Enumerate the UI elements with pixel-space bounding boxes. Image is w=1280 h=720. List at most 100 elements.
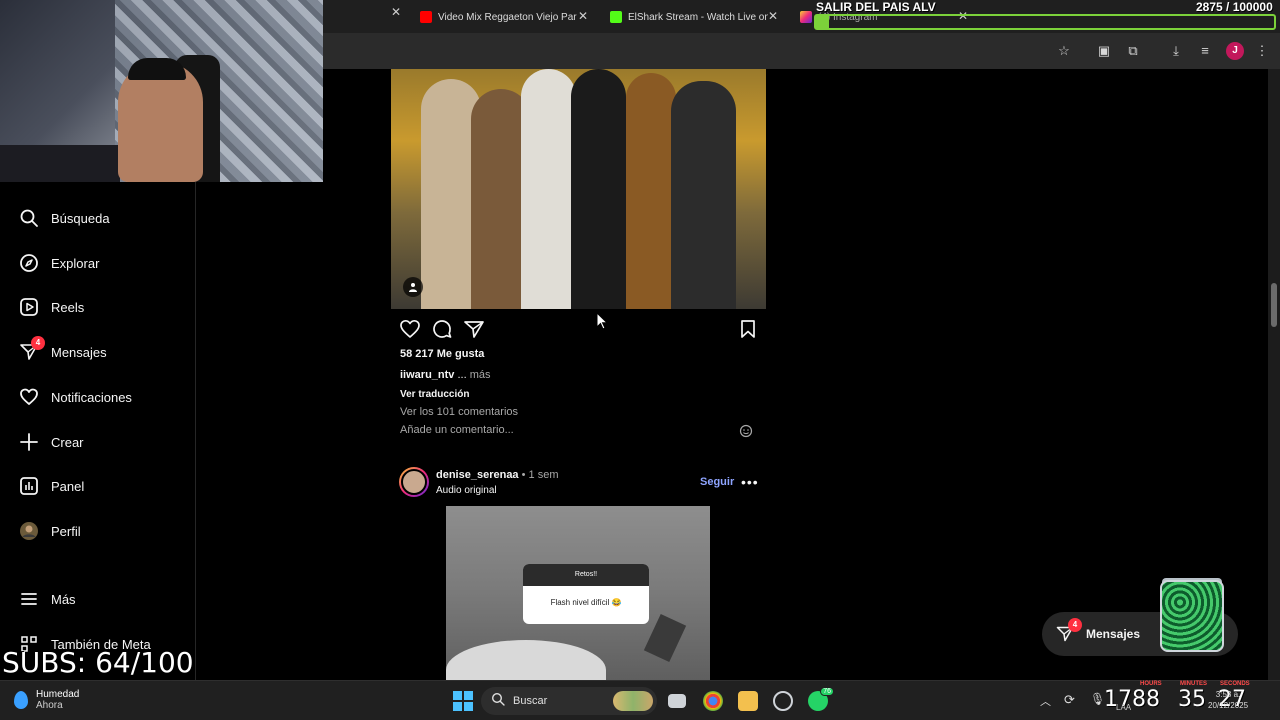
- follow-button[interactable]: Seguir: [700, 476, 734, 488]
- webcam-overlay: [0, 0, 323, 182]
- video-sticker-text: Flash nivel difícil 😂: [550, 598, 622, 607]
- post-figure: [571, 69, 626, 309]
- download-icon[interactable]: ⤓: [1167, 42, 1185, 60]
- video-sticker-title: Retos!!: [523, 564, 649, 586]
- queue-icon[interactable]: ≡: [1196, 42, 1214, 60]
- sidebar-item-profile[interactable]: Perfil: [19, 517, 81, 545]
- post-figure: [521, 69, 576, 309]
- view-comments-link[interactable]: Ver los 101 comentarios: [400, 406, 518, 418]
- weather-widget[interactable]: Humedad Ahora: [14, 689, 79, 711]
- sidebar-item-label: Notificaciones: [51, 389, 132, 405]
- reel-video[interactable]: Retos!! Flash nivel difícil 😂: [391, 506, 766, 680]
- sidebar-item-label: Búsqueda: [51, 210, 110, 226]
- video-subject: [446, 640, 606, 680]
- windows-start-icon[interactable]: [453, 691, 473, 711]
- extensions-icon[interactable]: ⧉: [1124, 42, 1142, 60]
- post-figure: [671, 81, 736, 309]
- user-tag-icon[interactable]: [403, 277, 423, 297]
- sidebar-item-search[interactable]: Búsqueda: [19, 204, 110, 232]
- profile-avatar: [19, 521, 39, 541]
- close-icon[interactable]: ✕: [766, 9, 780, 23]
- windows-taskbar: Humedad Ahora Buscar 76 ︿ ⟳ 🎙 HOURS MINU…: [0, 680, 1280, 720]
- compass-icon: [19, 253, 39, 273]
- bookmark-star-icon[interactable]: ☆: [1055, 42, 1073, 60]
- tab-close-previous[interactable]: ✕: [385, 5, 405, 29]
- caption-username[interactable]: iiwaru_ntv: [400, 369, 454, 381]
- jar-overlay: [1160, 580, 1224, 652]
- app-icon[interactable]: [773, 691, 793, 711]
- post-author: denise_serenaa • 1 sem: [436, 469, 559, 481]
- chevron-up-icon[interactable]: ︿: [1040, 693, 1051, 709]
- avatar[interactable]: [399, 467, 429, 497]
- see-translation-link[interactable]: Ver traducción: [400, 389, 469, 400]
- like-heart-icon[interactable]: [399, 318, 421, 340]
- taskbar-search-label: Buscar: [513, 695, 548, 707]
- messenger-icon: 4: [19, 336, 45, 362]
- media-icon[interactable]: ▣: [1095, 42, 1113, 60]
- sidebar-item-messages[interactable]: 4 Mensajes: [19, 336, 107, 366]
- screen: ✕ Video Mix Reggaeton Viejo Par ✕ ElShar…: [0, 0, 1280, 720]
- chart-icon: [19, 476, 39, 496]
- more-options-icon[interactable]: •••: [741, 474, 759, 490]
- plus-icon: [19, 432, 39, 452]
- page-scrollbar[interactable]: [1268, 69, 1280, 680]
- countdown-hours: 1788: [1104, 687, 1160, 712]
- messenger-icon: 4: [1056, 618, 1082, 643]
- sidebar-item-label: Mensajes: [51, 344, 107, 360]
- save-bookmark-icon[interactable]: [737, 318, 759, 340]
- sidebar-item-reels[interactable]: Reels: [19, 293, 84, 321]
- add-comment-input[interactable]: Añade un comentario...: [400, 424, 758, 440]
- scrollbar-thumb[interactable]: [1271, 283, 1277, 327]
- chrome-icon[interactable]: [703, 691, 723, 711]
- tab-kick[interactable]: ElShark Stream - Watch Live on ✕: [610, 5, 780, 29]
- close-icon[interactable]: ✕: [389, 5, 403, 19]
- sidebar-item-label: Explorar: [51, 255, 100, 271]
- caption-more-link[interactable]: más: [470, 369, 491, 381]
- menu-icon: [19, 589, 39, 609]
- humidity-icon: [14, 691, 28, 709]
- tab-youtube[interactable]: Video Mix Reggaeton Viejo Par ✕: [420, 5, 590, 29]
- sidebar-item-label: Crear: [51, 434, 84, 450]
- language-indicator[interactable]: LAA: [1116, 703, 1131, 712]
- sidebar-item-notifications[interactable]: Notificaciones: [19, 383, 132, 411]
- profile-avatar[interactable]: J: [1226, 42, 1244, 60]
- sync-icon[interactable]: ⟳: [1064, 692, 1075, 708]
- mic-icon[interactable]: 🎙: [1090, 692, 1105, 706]
- file-explorer-icon[interactable]: [738, 691, 758, 711]
- clock-time: 3:53 a.: [1215, 690, 1241, 699]
- countdown-minutes: 35: [1178, 687, 1206, 712]
- system-clock[interactable]: 3:53 a. 20/12/2025: [1208, 689, 1248, 711]
- search-icon: [491, 692, 505, 711]
- emoji-icon[interactable]: [739, 424, 753, 438]
- caption-ellipsis: ...: [457, 369, 467, 381]
- video-shadow: [643, 613, 687, 663]
- weather-subtitle: Ahora: [36, 700, 63, 711]
- post-image[interactable]: [391, 69, 766, 309]
- comment-icon[interactable]: [431, 318, 453, 340]
- sidebar-item-label: Más: [51, 591, 76, 607]
- post-caption: iiwaru_ntv ... más: [400, 369, 490, 381]
- goal-title: SALIR DEL PAIS ALV: [816, 0, 936, 14]
- sidebar-item-dashboard[interactable]: Panel: [19, 472, 84, 500]
- sidebar-item-label: Panel: [51, 478, 85, 494]
- reels-icon: [19, 297, 39, 317]
- share-icon[interactable]: [463, 318, 485, 340]
- post-audio[interactable]: Audio original: [436, 485, 497, 496]
- sidebar-item-create[interactable]: Crear: [19, 428, 84, 456]
- sidebar-item-explore[interactable]: Explorar: [19, 249, 99, 277]
- more-vertical-icon[interactable]: ⋮: [1253, 42, 1271, 60]
- instagram-icon: [800, 11, 812, 23]
- task-view-icon[interactable]: [668, 694, 686, 708]
- close-icon[interactable]: ✕: [576, 9, 590, 23]
- post-header: denise_serenaa • 1 sem Audio original Se…: [399, 466, 759, 498]
- tab-title: ElShark Stream - Watch Live on: [628, 11, 768, 23]
- likes-count[interactable]: 58 217 Me gusta: [400, 348, 484, 360]
- taskbar-search[interactable]: Buscar: [481, 687, 657, 715]
- post-time: • 1 sem: [521, 469, 559, 481]
- whatsapp-icon[interactable]: 76: [808, 687, 834, 711]
- post-username[interactable]: denise_serenaa: [436, 469, 519, 481]
- goal-count: 2875 / 100000: [1196, 0, 1273, 14]
- heart-icon: [19, 387, 39, 407]
- kick-icon: [610, 11, 622, 23]
- sidebar-item-more[interactable]: Más: [19, 585, 76, 613]
